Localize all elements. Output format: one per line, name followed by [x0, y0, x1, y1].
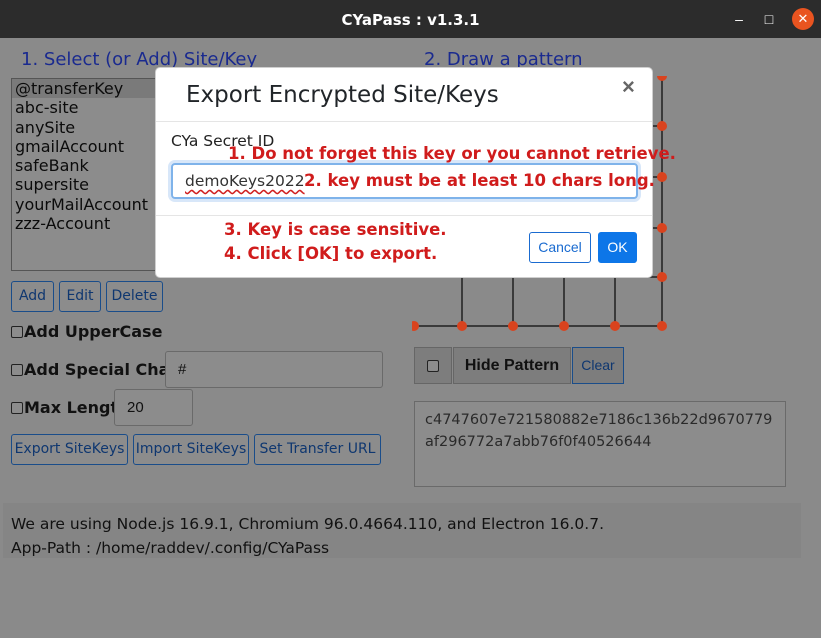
- pattern-dot[interactable]: [559, 321, 569, 331]
- maximize-icon[interactable]: □: [758, 8, 780, 30]
- hide-pattern-checkbox[interactable]: [414, 347, 452, 384]
- app-path-info: App-Path : /home/raddev/.config/CYaPass: [11, 539, 330, 557]
- add-button[interactable]: Add: [11, 281, 54, 312]
- pattern-dot[interactable]: [657, 172, 667, 182]
- delete-button[interactable]: Delete: [106, 281, 163, 312]
- instruction-note-2: 2. key must be at least 10 chars long.: [304, 171, 655, 190]
- dialog-divider: [156, 215, 652, 216]
- pattern-dot[interactable]: [657, 121, 667, 131]
- pattern-dot[interactable]: [657, 223, 667, 233]
- max-length-input[interactable]: 20: [114, 389, 193, 426]
- pattern-dot[interactable]: [508, 321, 518, 331]
- site-list-item[interactable]: abc-site: [12, 98, 158, 117]
- pattern-dot[interactable]: [657, 272, 667, 282]
- site-list-item[interactable]: safeBank: [12, 156, 158, 175]
- instruction-note-4: 4. Click [OK] to export.: [224, 244, 438, 263]
- instruction-note-3: 3. Key is case sensitive.: [224, 220, 447, 239]
- hide-pattern-label: Hide Pattern: [453, 347, 571, 384]
- pattern-dot[interactable]: [457, 321, 467, 331]
- export-sitekeys-button[interactable]: Export SiteKeys: [11, 434, 128, 465]
- pattern-dot[interactable]: [657, 76, 667, 81]
- dialog-title: Export Encrypted Site/Keys: [186, 82, 499, 108]
- site-list-item[interactable]: anySite: [12, 118, 158, 137]
- site-list-item[interactable]: gmailAccount: [12, 137, 158, 156]
- secret-id-value: demoKeys2022: [185, 172, 305, 190]
- site-list[interactable]: @transferKey abc-site anySite gmailAccou…: [11, 78, 159, 271]
- window-title: CYaPass : v1.3.1: [341, 11, 480, 29]
- close-window-icon[interactable]: ✕: [792, 8, 814, 30]
- uppercase-checkbox[interactable]: [11, 326, 23, 338]
- site-list-item[interactable]: zzz-Account: [12, 214, 158, 233]
- import-sitekeys-button[interactable]: Import SiteKeys: [133, 434, 249, 465]
- uppercase-label: Add UpperCase: [24, 322, 163, 341]
- site-list-item[interactable]: yourMailAccount: [12, 195, 158, 214]
- ok-button[interactable]: OK: [598, 232, 637, 263]
- special-chars-label: Add Special Chars: [24, 360, 187, 379]
- password-output[interactable]: c4747607e721580882e7186c136b22d9670779af…: [414, 401, 786, 487]
- edit-button[interactable]: Edit: [59, 281, 101, 312]
- site-list-item[interactable]: supersite: [12, 175, 158, 194]
- special-chars-input[interactable]: #: [165, 351, 383, 388]
- site-list-item[interactable]: @transferKey: [12, 79, 158, 99]
- title-bar: CYaPass : v1.3.1 – □ ✕: [0, 0, 821, 38]
- hide-pattern-checkbox-box[interactable]: [427, 360, 439, 372]
- set-transfer-url-button[interactable]: Set Transfer URL: [254, 434, 381, 465]
- cancel-button[interactable]: Cancel: [529, 232, 591, 263]
- minimize-icon[interactable]: –: [728, 8, 750, 30]
- pattern-dot[interactable]: [412, 321, 419, 331]
- max-length-checkbox[interactable]: [11, 402, 23, 414]
- instruction-note-1: 1. Do not forget this key or you cannot …: [228, 144, 676, 163]
- clear-button[interactable]: Clear: [572, 347, 624, 384]
- pattern-dot[interactable]: [657, 321, 667, 331]
- dialog-divider: [156, 121, 652, 122]
- pattern-dot[interactable]: [610, 321, 620, 331]
- version-info: We are using Node.js 16.9.1, Chromium 96…: [11, 515, 604, 533]
- info-panel: We are using Node.js 16.9.1, Chromium 96…: [3, 503, 801, 558]
- dialog-close-icon[interactable]: ×: [622, 74, 635, 100]
- special-chars-checkbox[interactable]: [11, 364, 23, 376]
